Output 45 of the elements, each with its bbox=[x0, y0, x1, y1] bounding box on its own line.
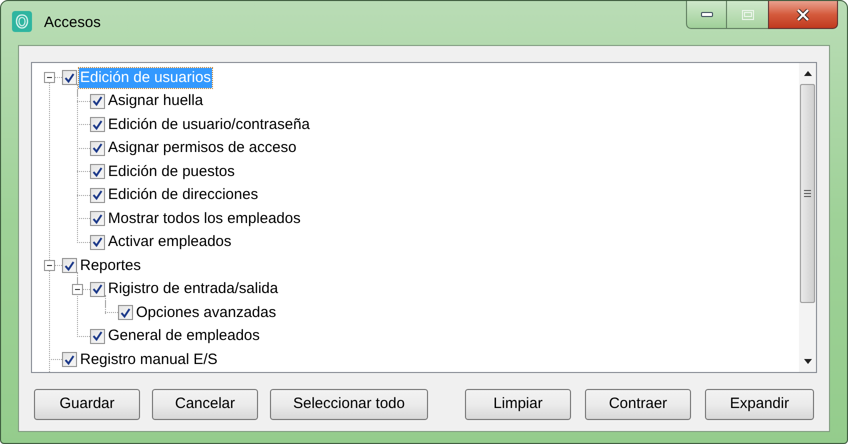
checkbox[interactable] bbox=[62, 70, 77, 86]
app-icon bbox=[12, 11, 32, 32]
checkbox[interactable] bbox=[90, 164, 105, 180]
scroll-down-icon bbox=[804, 359, 812, 364]
tree-item[interactable]: Asignar huella bbox=[107, 91, 204, 112]
close-button[interactable] bbox=[768, 1, 838, 29]
dialog-button[interactable]: Seleccionar todo bbox=[270, 389, 428, 420]
grip-icon bbox=[804, 190, 811, 197]
minimize-icon bbox=[700, 12, 712, 17]
dialog-button[interactable]: Cancelar bbox=[152, 389, 258, 420]
maximize-button[interactable] bbox=[727, 1, 768, 29]
checkbox[interactable] bbox=[90, 94, 105, 109]
dialog-button[interactable]: Guardar bbox=[34, 389, 140, 420]
tree-item[interactable]: Edición de direcciones bbox=[107, 185, 260, 206]
minimize-button[interactable] bbox=[686, 1, 727, 29]
checkbox[interactable] bbox=[90, 117, 105, 132]
tree-item[interactable]: Opciones avanzadas bbox=[135, 302, 278, 323]
tree-item[interactable]: Asignar permisos de acceso bbox=[107, 138, 298, 158]
dialog-button[interactable]: Limpiar bbox=[465, 389, 571, 420]
dialog-button[interactable]: Contraer bbox=[585, 389, 691, 420]
checkbox[interactable] bbox=[90, 234, 105, 250]
checkbox[interactable] bbox=[90, 188, 105, 203]
tree-item[interactable]: Edición de usuario/contraseña bbox=[107, 114, 311, 135]
collapse-icon[interactable] bbox=[44, 72, 55, 84]
window-title: Accesos bbox=[44, 13, 101, 33]
scroll-up-icon bbox=[804, 71, 812, 76]
checkbox[interactable] bbox=[62, 352, 77, 368]
collapse-icon[interactable] bbox=[72, 284, 83, 295]
checkbox[interactable] bbox=[90, 140, 105, 156]
checkbox[interactable] bbox=[90, 328, 105, 344]
checkbox[interactable] bbox=[90, 211, 105, 226]
checkbox[interactable] bbox=[90, 282, 105, 297]
tree-item[interactable]: Edición de puestos bbox=[107, 162, 236, 182]
tree-item[interactable]: Mostrar todos los empleados bbox=[107, 208, 302, 229]
checkbox[interactable] bbox=[62, 258, 77, 274]
tree-item[interactable]: Reportes bbox=[79, 256, 142, 276]
maximize-icon bbox=[742, 10, 754, 20]
tree-item[interactable]: General de empleados bbox=[107, 326, 261, 346]
tree-item[interactable]: Rigistro de entrada/salida bbox=[107, 279, 280, 300]
close-icon bbox=[796, 8, 810, 20]
dialog-button[interactable]: Expandir bbox=[705, 389, 814, 420]
collapse-icon[interactable] bbox=[44, 260, 55, 272]
tree-item[interactable]: Activar empleados bbox=[107, 232, 232, 252]
tree-item[interactable]: Registro manual E/S bbox=[79, 350, 219, 370]
checkbox[interactable] bbox=[118, 305, 133, 320]
